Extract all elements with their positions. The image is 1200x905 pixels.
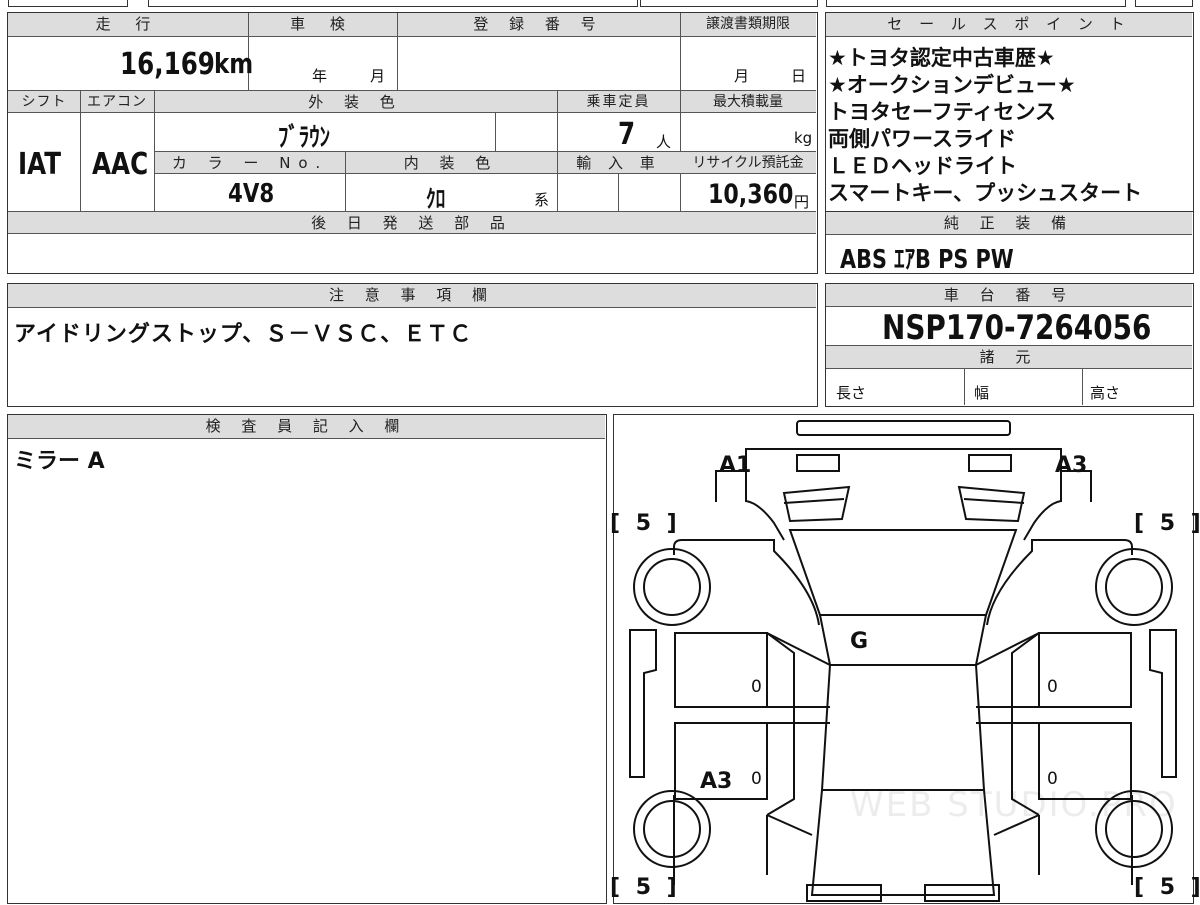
recycle-header: リサイクル預託金 [680,152,816,174]
capacity-header: 乗車定員 [557,91,680,113]
mileage-header: 走 行 [8,13,248,37]
equipment-header: 純 正 装 備 [826,212,1192,235]
import-header: 輸 入 車 [557,152,680,174]
sales-point-item: ★オークションデビュー★ [828,73,1076,97]
tire-front-right: [ 5 ] [1134,511,1200,536]
transfer-month: 月 [734,67,750,85]
max-load-unit: kg [794,129,813,147]
later-parts-header: 後 日 発 送 部 品 [8,212,816,234]
mileage-value: 16,169 [120,47,215,82]
equipment-panel: 純 正 装 備 ABS ｴｱB PS PW [825,211,1194,275]
mileage-unit: km [214,47,254,80]
sales-point-item: 両側パワースライド [828,127,1016,151]
chassis-header: 車 台 番 号 [826,284,1192,307]
specs-header: 諸 元 [826,346,1192,369]
chassis-value: NSP170-7264056 [882,308,1152,348]
sales-points-panel: セ ー ル ス ポ イ ン ト ★トヨタ認定中古車歴★ ★オークションデビュー★… [825,12,1194,212]
sales-points-header: セ ー ル ス ポ イ ン ト [826,13,1192,37]
sales-points-list: ★トヨタ認定中古車歴★ ★オークションデビュー★ トヨタセーフティセンス 両側パ… [828,45,1190,207]
equipment-value: ABS ｴｱB PS PW [840,245,1014,275]
notes-panel: 注 意 事 項 欄 アイドリングストップ、Ｓ－ＶＳＣ、ＥＴＣ [7,283,818,407]
damage-mark-g: G [850,629,869,654]
sales-point-item: ＬＥＤヘッドライト [828,154,1017,178]
chassis-panel: 車 台 番 号 NSP170-7264056 諸 元 長さ 幅 高さ [825,283,1194,407]
seat-mark: 0 [751,769,762,789]
registration-header: 登 録 番 号 [397,13,680,37]
exterior-color-value: ﾌﾞﾗｳﾝ [278,123,331,153]
specs-width-label: 幅 [974,384,990,402]
notes-header: 注 意 事 項 欄 [8,284,816,308]
ac-value: AAC [92,147,149,182]
inspector-header: 検 査 員 記 入 欄 [8,415,605,439]
sales-point-item: スマートキー、プッシュスタート [828,181,1143,205]
watermark: WEB STUDIO.PRO [850,785,1178,825]
capacity-value: 7 [618,117,636,152]
specs-length-label: 長さ [836,384,867,402]
recycle-unit: 円 [794,193,810,211]
exterior-color-header: 外 装 色 [154,91,557,113]
seat-mark: 0 [751,677,762,697]
transfer-day: 日 [791,67,807,85]
tire-front-left: [ 5 ] [610,511,681,536]
car-diagram-icon [629,420,1177,902]
color-no-value: 4V8 [228,179,275,209]
damage-mark-a3-left: A3 [700,769,733,794]
capacity-unit: 人 [656,133,672,151]
inspection-header: 車 検 [248,13,397,37]
max-load-header: 最大積載量 [680,91,816,113]
seat-mark: 0 [1047,677,1058,697]
transfer-doc-header: 譲渡書類期限 [680,13,816,37]
specs-height-label: 高さ [1090,384,1121,402]
inspection-year: 年 [312,67,328,85]
tire-rear-right: [ 5 ] [1134,875,1200,900]
color-no-header: カ ラ ー No. [155,152,345,174]
car-diagram-panel: [ 5 ] [ 5 ] [ 5 ] [ 5 ] A1 A3 G A3 0 0 0… [610,414,1200,904]
vehicle-info-panel: 走 行 車 検 登 録 番 号 譲渡書類期限 16,169 km 年 月 月 日… [7,12,818,274]
interior-color-value: ｸﾛ [426,185,446,213]
inspection-month: 月 [370,67,386,85]
interior-color-header: 内 装 色 [345,152,557,174]
sales-point-item: ★トヨタ認定中古車歴★ [828,46,1055,70]
sales-point-item: トヨタセーフティセンス [828,100,1057,124]
ac-header: エアコン [80,91,154,113]
damage-mark-a1: A1 [719,453,752,478]
tire-rear-left: [ 5 ] [610,875,681,900]
damage-mark-a3-right: A3 [1055,453,1088,478]
interior-color-suffix: 系 [534,191,550,209]
shift-header: シフト [8,91,80,113]
top-strip [0,0,1200,8]
inspector-value: ミラー A [14,449,105,474]
inspector-panel: 検 査 員 記 入 欄 ミラー A [7,414,607,904]
notes-value: アイドリングストップ、Ｓ－ＶＳＣ、ＥＴＣ [14,322,473,347]
recycle-value: 10,360 [708,179,794,210]
shift-value: IAT [18,147,62,182]
